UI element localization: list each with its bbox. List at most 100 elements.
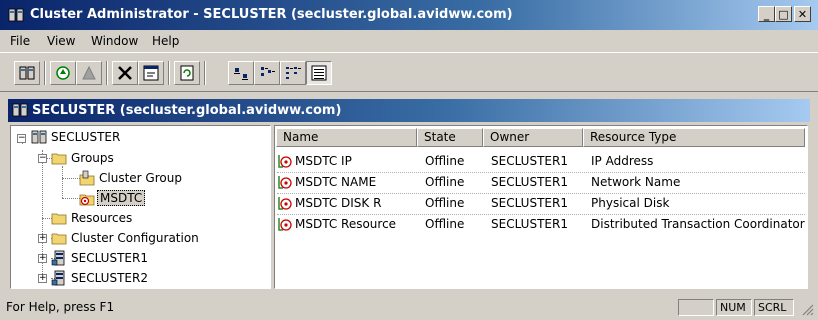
resource-owner: SECLUSTER1	[491, 175, 568, 189]
offline-resource-icon	[278, 218, 292, 231]
maximize-button[interactable]: □	[775, 6, 792, 22]
column-header-name[interactable]: Name	[276, 128, 417, 147]
large-icons-icon	[234, 68, 248, 80]
server-node-icon	[51, 270, 65, 286]
scroll-lock-indicator: SCRL	[754, 299, 794, 316]
tree-item-node2[interactable]: SECLUSTER2	[69, 271, 150, 289]
table-row[interactable]: MSDTC Resource Offline SECLUSTER1 Distri…	[277, 215, 805, 235]
table-row[interactable]: MSDTC IP Offline SECLUSTER1 IP Address	[277, 152, 805, 172]
take-offline-button[interactable]	[76, 61, 102, 85]
title-bar[interactable]: Cluster Administrator - SECLUSTER (seclu…	[0, 0, 818, 30]
list-view-button[interactable]	[280, 61, 306, 85]
toolbar-separator	[44, 61, 46, 85]
small-icons-button[interactable]	[254, 61, 280, 85]
resource-owner: SECLUSTER1	[491, 217, 568, 231]
cluster-admin-icon	[8, 8, 24, 22]
tree-line	[62, 198, 80, 199]
close-icon: ✕	[797, 8, 808, 21]
tree-item-node1[interactable]: SECLUSTER1	[69, 251, 150, 269]
status-bar: For Help, press F1 NUM SCRL	[0, 296, 818, 320]
table-row[interactable]: MSDTC NAME Offline SECLUSTER1 Network Na…	[277, 173, 805, 193]
tree-item-cluster-group[interactable]: Cluster Group	[97, 171, 184, 189]
menu-help[interactable]: Help	[152, 34, 179, 48]
resource-name: MSDTC NAME	[295, 175, 377, 189]
tree-line	[62, 166, 63, 198]
take-offline-icon	[82, 65, 96, 80]
open-connection-button[interactable]	[14, 61, 40, 85]
collapse-icon[interactable]: −	[38, 154, 47, 163]
tree-item-label: Cluster Configuration	[71, 231, 199, 245]
resource-state: Offline	[425, 217, 465, 231]
resource-list[interactable]: Name State Owner Resource Type MSDTC IP …	[274, 125, 808, 289]
bring-online-icon	[56, 66, 70, 80]
close-button[interactable]: ✕	[794, 6, 811, 22]
folder-icon	[51, 233, 67, 245]
tree-item-label: SECLUSTER1	[71, 251, 148, 265]
status-text: For Help, press F1	[6, 300, 115, 314]
menu-view[interactable]: View	[47, 34, 75, 48]
tree-item-label: Resources	[71, 211, 133, 225]
resource-name: MSDTC DISK R	[295, 196, 382, 210]
resource-owner: SECLUSTER1	[491, 154, 568, 168]
menu-window[interactable]: Window	[91, 34, 138, 48]
properties-icon	[143, 65, 159, 81]
toolbar-separator	[106, 61, 108, 85]
column-header-resource-type[interactable]: Resource Type	[583, 128, 805, 147]
resource-state: Offline	[425, 196, 465, 210]
tree-item-resources[interactable]: Resources	[69, 211, 134, 229]
resource-name: MSDTC Resource	[295, 217, 397, 231]
open-connection-icon	[19, 66, 35, 80]
tree-item-label: Groups	[71, 151, 114, 165]
minimize-icon: _	[763, 8, 770, 21]
tree-item-label: MSDTC	[97, 190, 146, 206]
tree-item-label: Cluster Group	[99, 171, 182, 185]
status-panel-blank	[678, 299, 714, 316]
details-view-icon	[311, 65, 327, 81]
expand-icon[interactable]: +	[38, 234, 47, 243]
num-lock-indicator: NUM	[716, 299, 752, 316]
tree-item-cluster-configuration[interactable]: Cluster Configuration	[69, 231, 201, 249]
large-icons-button[interactable]	[228, 61, 254, 85]
child-window-title: SECLUSTER (secluster.global.avidww.com)	[32, 103, 342, 118]
tree-item-msdtc[interactable]: MSDTC	[97, 190, 146, 209]
resize-grip-icon[interactable]	[800, 302, 814, 316]
folder-icon	[51, 153, 67, 165]
small-icons-icon	[261, 67, 275, 76]
resource-type: Physical Disk	[591, 196, 670, 210]
table-row[interactable]: MSDTC DISK R Offline SECLUSTER1 Physical…	[277, 194, 805, 214]
refresh-button[interactable]	[174, 61, 200, 85]
properties-button[interactable]	[138, 61, 164, 85]
expand-icon[interactable]: +	[38, 254, 47, 263]
column-header-owner[interactable]: Owner	[483, 128, 583, 147]
cluster-group-icon	[79, 170, 95, 186]
bring-online-button[interactable]	[50, 61, 76, 85]
menu-file[interactable]: File	[10, 34, 30, 48]
details-view-button[interactable]	[306, 61, 332, 85]
maximize-icon: □	[778, 8, 789, 21]
list-view-icon	[286, 67, 301, 79]
resource-state: Offline	[425, 175, 465, 189]
offline-resource-icon	[278, 197, 292, 210]
resource-type: Distributed Transaction Coordinator	[591, 217, 805, 231]
cluster-icon	[31, 130, 47, 144]
cluster-tree[interactable]: − SECLUSTER − Groups Cluster Group MSDTC…	[10, 125, 271, 289]
folder-icon	[51, 213, 67, 225]
toolbar-separator	[204, 61, 206, 85]
refresh-icon	[180, 65, 194, 81]
offline-resource-icon	[278, 155, 292, 168]
delete-icon	[118, 66, 132, 80]
toolbar	[0, 52, 818, 92]
tree-item-groups[interactable]: Groups	[69, 151, 116, 169]
collapse-icon[interactable]: −	[17, 134, 26, 143]
tree-item-root[interactable]: SECLUSTER	[49, 130, 122, 148]
cluster-icon	[12, 103, 28, 117]
resource-owner: SECLUSTER1	[491, 196, 568, 210]
resource-type: Network Name	[591, 175, 681, 189]
delete-button[interactable]	[112, 61, 138, 85]
child-window-title-bar[interactable]: SECLUSTER (secluster.global.avidww.com)	[8, 99, 810, 122]
minimize-button[interactable]: _	[758, 6, 775, 22]
server-node-icon	[51, 250, 65, 266]
tree-item-label: SECLUSTER2	[71, 271, 148, 285]
column-header-state[interactable]: State	[417, 128, 483, 147]
expand-icon[interactable]: +	[38, 274, 47, 283]
